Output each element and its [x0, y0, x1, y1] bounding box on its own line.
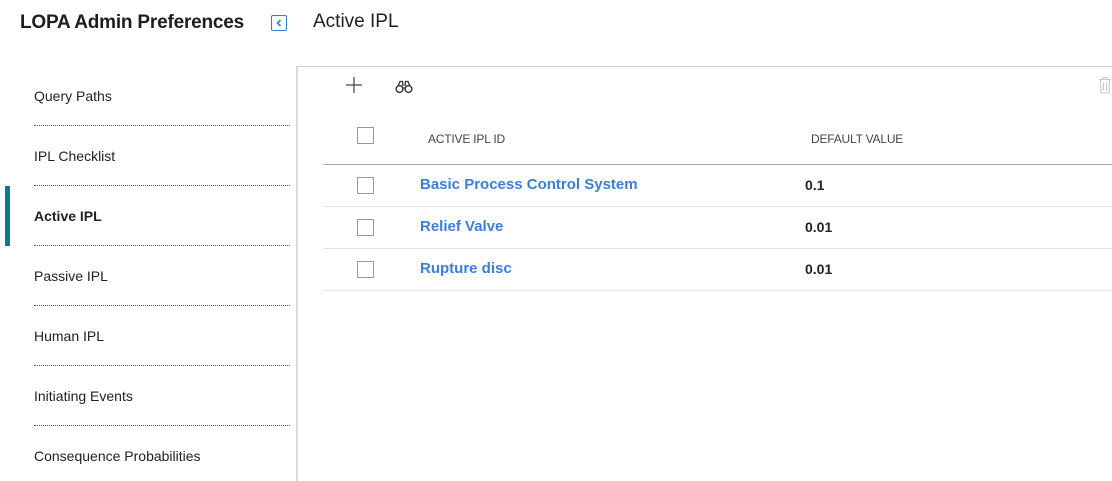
sidebar-item-consequence-probabilities[interactable]: Consequence Probabilities [0, 426, 296, 481]
chevron-left-icon [276, 19, 282, 27]
column-header-default-value[interactable]: DEFAULT VALUE [811, 132, 903, 146]
sidebar-item-label: Passive IPL [34, 268, 108, 284]
grid-header-row: ACTIVE IPL ID DEFAULT VALUE [323, 117, 1112, 165]
sidebar-item-human-ipl[interactable]: Human IPL [0, 306, 296, 366]
sidebar-item-label: Consequence Probabilities [34, 448, 201, 464]
default-value-cell: 0.01 [805, 219, 833, 235]
active-ipl-id-link[interactable]: Rupture disc [420, 260, 512, 277]
search-button[interactable] [395, 80, 413, 94]
binoculars-icon [395, 80, 413, 94]
add-button[interactable] [345, 76, 363, 94]
default-value-cell: 0.01 [805, 261, 833, 277]
active-ipl-id-link[interactable]: Relief Valve [420, 218, 503, 235]
sidebar-item-label: Initiating Events [34, 388, 133, 404]
plus-icon [346, 77, 362, 93]
select-all-checkbox[interactable] [357, 127, 374, 144]
content-divider [298, 66, 1112, 67]
sidebar: Query Paths IPL Checklist Active IPL Pas… [0, 66, 298, 481]
collapse-sidebar-button[interactable] [271, 15, 287, 31]
row-checkbox[interactable] [357, 177, 374, 194]
sidebar-item-passive-ipl[interactable]: Passive IPL [0, 246, 296, 306]
row-checkbox[interactable] [357, 261, 374, 278]
grid-toolbar [323, 70, 1112, 110]
sidebar-item-query-paths[interactable]: Query Paths [0, 66, 296, 126]
sidebar-item-label: Human IPL [34, 328, 105, 344]
table-row: Basic Process Control System 0.1 [323, 165, 1112, 207]
active-ipl-id-link[interactable]: Basic Process Control System [420, 176, 638, 193]
column-header-active-ipl-id[interactable]: ACTIVE IPL ID [428, 132, 505, 146]
app-title: LOPA Admin Preferences [20, 12, 245, 33]
default-value-cell: 0.1 [805, 177, 825, 193]
sidebar-item-active-ipl[interactable]: Active IPL [0, 186, 296, 246]
sidebar-item-label: IPL Checklist [34, 148, 116, 164]
table-row: Relief Valve 0.01 [323, 207, 1112, 249]
table-row: Rupture disc 0.01 [323, 249, 1112, 291]
sidebar-item-label: Query Paths [34, 88, 112, 104]
sidebar-item-initiating-events[interactable]: Initiating Events [0, 366, 296, 426]
trash-icon [1099, 76, 1111, 94]
delete-button[interactable] [1098, 76, 1112, 94]
active-ipl-grid: ACTIVE IPL ID DEFAULT VALUE Basic Proces… [323, 117, 1112, 291]
page-header: LOPA Admin Preferences Active IPL [0, 0, 1112, 48]
sidebar-item-label: Active IPL [34, 208, 102, 224]
page-title: Active IPL [313, 11, 399, 32]
sidebar-item-ipl-checklist[interactable]: IPL Checklist [0, 126, 296, 186]
row-checkbox[interactable] [357, 219, 374, 236]
